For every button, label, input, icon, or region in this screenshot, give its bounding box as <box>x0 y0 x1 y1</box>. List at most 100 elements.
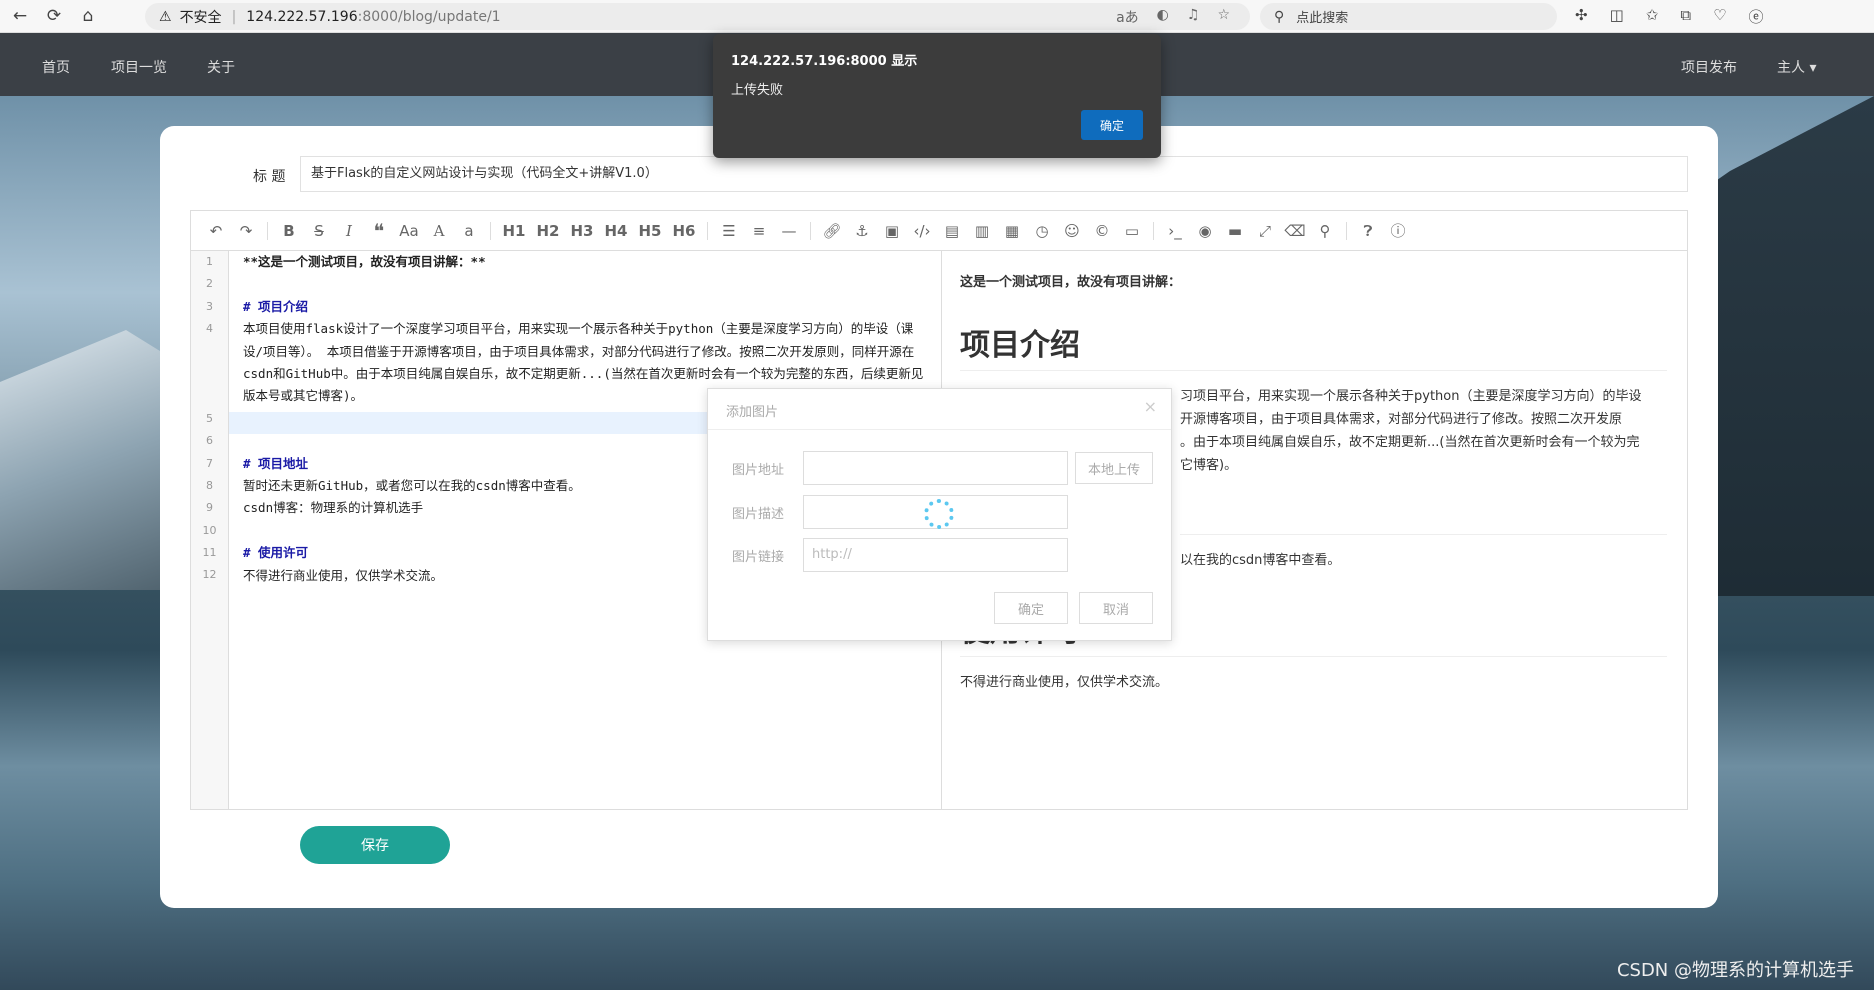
goto-line-icon[interactable]: ›_ <box>1160 216 1190 246</box>
browser-alert-dialog: 124.222.57.196:8000 显示 上传失败 确定 <box>713 34 1161 158</box>
code-icon[interactable]: ‹/› <box>907 216 937 246</box>
dialog-ok-button[interactable]: 确定 <box>994 592 1068 624</box>
search-icon[interactable]: ⚲ <box>1310 216 1340 246</box>
heading4-button[interactable]: H4 <box>599 216 633 246</box>
undo-icon[interactable]: ↶ <box>201 216 231 246</box>
toolbar-divider <box>707 221 708 240</box>
back-icon[interactable]: ← <box>6 2 34 30</box>
csdn-watermark: CSDN @物理系的计算机选手 <box>1616 960 1854 981</box>
quote-icon[interactable]: ❝ <box>364 216 394 246</box>
address-actions: aあ ◐ ♫ ☆ <box>1116 7 1230 27</box>
warning-icon: ⚠ <box>159 8 172 25</box>
favorite-star-icon[interactable]: ☆ <box>1217 7 1230 27</box>
line-number: 3 <box>206 299 213 313</box>
extensions-icon[interactable]: ✣ <box>1575 6 1588 27</box>
heading2-button[interactable]: H2 <box>531 216 565 246</box>
line-number: 10 <box>202 523 217 537</box>
url-host: 124.222.57.196 <box>246 8 358 25</box>
browser-essentials-icon[interactable]: ♡ <box>1713 6 1726 27</box>
code-line: # 项目介绍 <box>243 298 309 314</box>
dialog-cancel-button[interactable]: 取消 <box>1079 592 1153 624</box>
editor-toolbar: ↶ ↷ B S I ❝ Aa A a H1 H2 H3 H4 H5 H6 ☰ ≡… <box>191 211 1687 251</box>
toolbar-divider <box>490 221 491 240</box>
collections-icon[interactable]: ⧉ <box>1680 6 1691 27</box>
read-aloud-icon[interactable]: aあ <box>1116 7 1139 27</box>
preview-bold-text: 这是一个测试项目，故没有项目讲解： <box>960 275 1182 290</box>
html-entities-icon[interactable]: © <box>1087 216 1117 246</box>
headphones-icon[interactable]: ♫ <box>1187 7 1200 27</box>
heading3-button[interactable]: H3 <box>565 216 599 246</box>
fullscreen-icon[interactable]: ⤢ <box>1250 216 1280 246</box>
line-number: 12 <box>202 568 217 582</box>
url-path: :8000/blog/update/1 <box>357 8 501 25</box>
image-icon[interactable]: ▣ <box>877 216 907 246</box>
nav-about[interactable]: 关于 <box>207 57 235 77</box>
nav-projects[interactable]: 项目一览 <box>111 57 167 77</box>
image-url-input[interactable] <box>803 451 1068 485</box>
datetime-icon[interactable]: ◷ <box>1027 216 1057 246</box>
pagebreak-icon[interactable]: ▭ <box>1117 216 1147 246</box>
local-upload-button[interactable]: 本地上传 <box>1075 452 1153 484</box>
line-number: 1 <box>206 255 213 268</box>
image-link-input[interactable]: http:// <box>803 538 1068 572</box>
preformatted-text-icon[interactable]: ▤ <box>937 216 967 246</box>
ordered-list-icon[interactable]: ≡ <box>744 216 774 246</box>
add-image-dialog: 添加图片 × 图片地址 本地上传 图片描述 图片链接 http:// 确定 取消 <box>707 388 1172 641</box>
preview-icon[interactable]: ▬ <box>1220 216 1250 246</box>
toolbar-divider <box>1153 221 1154 240</box>
alert-ok-button[interactable]: 确定 <box>1081 110 1143 140</box>
italic-icon[interactable]: I <box>334 216 364 246</box>
nav-user-menu[interactable]: 主人 ▾ <box>1777 57 1816 77</box>
loading-spinner-icon <box>924 499 954 529</box>
toolbar-divider <box>1346 221 1347 240</box>
anchor-icon[interactable]: ⚓︎ <box>847 216 877 246</box>
line-number: 8 <box>206 478 213 492</box>
image-link-label: 图片链接 <box>732 550 785 565</box>
dialog-title: 添加图片 <box>726 405 779 420</box>
heading5-button[interactable]: H5 <box>633 216 667 246</box>
bold-icon[interactable]: B <box>274 216 304 246</box>
home-icon[interactable]: ⌂ <box>74 2 102 30</box>
line-number: 4 <box>206 322 213 336</box>
line-number: 11 <box>202 546 217 560</box>
info-icon[interactable]: ⓘ <box>1383 216 1413 246</box>
alert-title: 124.222.57.196:8000 显示 <box>731 54 918 69</box>
lowercase-icon[interactable]: a <box>454 216 484 246</box>
heading1-button[interactable]: H1 <box>497 216 531 246</box>
split-screen-icon[interactable]: ◫ <box>1610 6 1624 27</box>
toolbar-divider <box>810 221 811 240</box>
security-label: 不安全 <box>179 9 222 26</box>
clear-icon[interactable]: ⌫ <box>1280 216 1310 246</box>
address-bar[interactable]: ⚠ 不安全 | 124.222.57.196 :8000/blog/update… <box>145 3 1250 30</box>
browser-search-box[interactable]: ⚲ 点此搜索 <box>1260 3 1557 30</box>
watch-toggle-icon[interactable]: ◉ <box>1190 216 1220 246</box>
horizontal-rule-icon[interactable]: — <box>774 216 804 246</box>
image-desc-label: 图片描述 <box>732 507 785 522</box>
browser-toolbar: ← ⟳ ⌂ ⚠ 不安全 | 124.222.57.196 :8000/blog/… <box>0 0 1874 33</box>
uppercase-word-icon[interactable]: A <box>424 216 454 246</box>
save-button[interactable]: 保存 <box>300 826 450 864</box>
unordered-list-icon[interactable]: ☰ <box>714 216 744 246</box>
link-icon[interactable]: 🔗︎ <box>817 216 847 246</box>
favorites-icon[interactable]: ✩ <box>1646 6 1659 27</box>
nav-home[interactable]: 首页 <box>42 57 70 77</box>
edge-icon[interactable]: ◐ <box>1157 7 1169 27</box>
edge-copilot-icon[interactable]: ⓔ <box>1749 6 1764 27</box>
line-number: 9 <box>206 501 213 515</box>
address-separator: | <box>231 8 237 25</box>
heading6-button[interactable]: H6 <box>667 216 701 246</box>
uppercase-icon[interactable]: Aa <box>394 216 424 246</box>
close-icon[interactable]: × <box>1144 397 1157 416</box>
table-icon[interactable]: ▦ <box>997 216 1027 246</box>
nav-publish[interactable]: 项目发布 <box>1681 57 1737 77</box>
toolbar-divider <box>267 221 268 240</box>
dialog-divider <box>708 429 1171 430</box>
refresh-icon[interactable]: ⟳ <box>40 2 68 30</box>
help-icon[interactable]: ❓︎ <box>1353 216 1383 246</box>
strikethrough-icon[interactable]: S <box>304 216 334 246</box>
emoji-icon[interactable]: ☺ <box>1057 216 1087 246</box>
code-block-icon[interactable]: ▥ <box>967 216 997 246</box>
redo-icon[interactable]: ↷ <box>231 216 261 246</box>
title-input[interactable]: 基于Flask的自定义网站设计与实现（代码全文+讲解V1.0） <box>300 156 1688 192</box>
